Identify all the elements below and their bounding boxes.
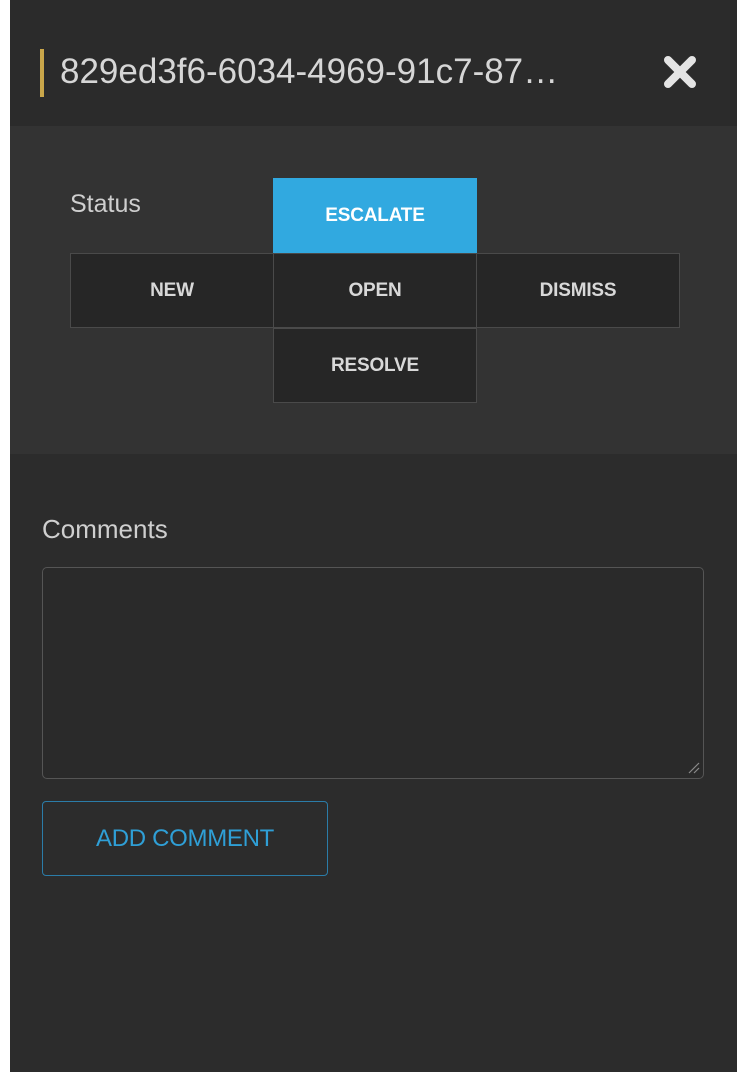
add-comment-button[interactable]: ADD COMMENT (42, 801, 328, 876)
status-section: Status ESCALATE NEW OPEN DISMISS RESOLVE (10, 126, 737, 454)
comment-textarea[interactable] (42, 567, 704, 779)
status-label: Status (70, 190, 141, 218)
close-x-glyph (664, 56, 696, 88)
escalate-button[interactable]: ESCALATE (273, 178, 477, 253)
panel-title: 829ed3f6-6034-4969-91c7-87… (60, 52, 559, 91)
open-button[interactable]: OPEN (273, 253, 477, 328)
comments-label: Comments (42, 514, 168, 544)
dismiss-button[interactable]: DISMISS (476, 253, 680, 328)
alert-detail-panel: 829ed3f6-6034-4969-91c7-87… Status ESCAL… (10, 0, 737, 1072)
panel-header: 829ed3f6-6034-4969-91c7-87… (10, 0, 737, 126)
title-accent-bar (40, 49, 44, 97)
close-icon[interactable] (660, 52, 700, 92)
resize-handle-icon[interactable] (686, 760, 700, 774)
resolve-button[interactable]: RESOLVE (273, 328, 477, 403)
new-button[interactable]: NEW (70, 253, 274, 328)
